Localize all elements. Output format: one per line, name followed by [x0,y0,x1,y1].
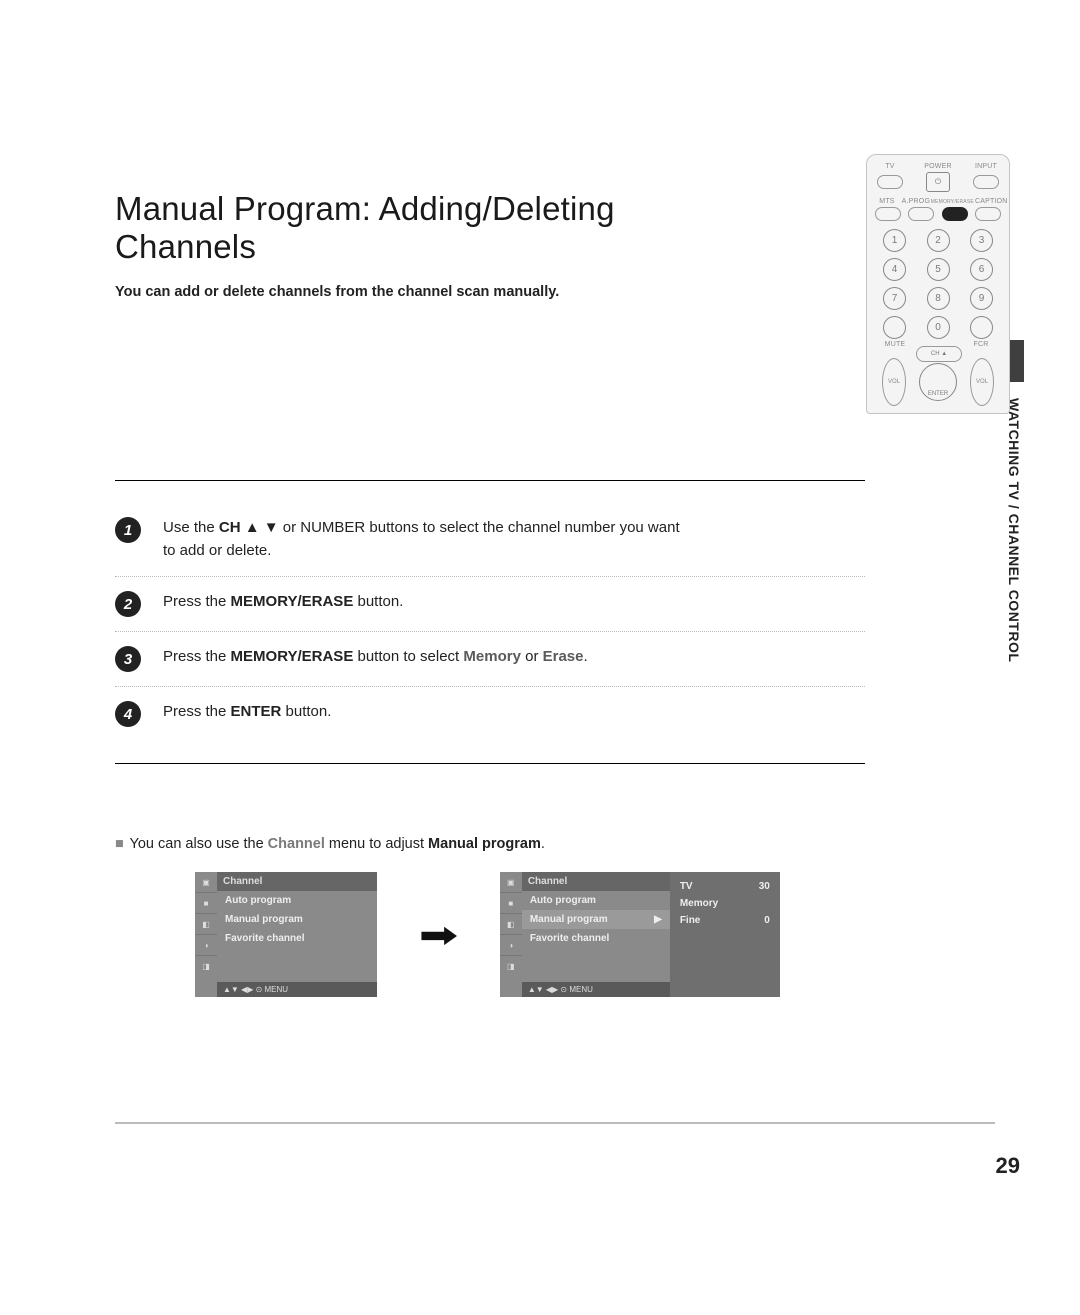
arrow-right-icon: ➡ [420,916,458,954]
memory-erase-button[interactable] [942,207,968,221]
detail-tv-value: 30 [759,881,770,892]
fcr-button[interactable] [970,316,993,339]
aprog-button[interactable] [908,207,934,221]
keypad-8[interactable]: 8 [927,287,950,310]
tv-button[interactable] [877,175,903,189]
menu-title: Channel [522,872,670,891]
step-bullet: 4 [115,701,141,727]
keypad-3[interactable]: 3 [970,229,993,252]
page-number: 29 [996,1153,1020,1179]
keypad-4[interactable]: 4 [883,258,906,281]
power-button[interactable]: ⏻ [926,172,950,192]
remote-control-illustration: TV POWER INPUT ⏻ MTS A.PROG MEMORY/ERASE… [866,154,1010,414]
keypad-5[interactable]: 5 [927,258,950,281]
step-bullet: 1 [115,517,141,543]
remote-label-input: INPUT [969,163,1003,170]
chevron-right-icon: ▶ [654,914,662,925]
menu-side-icon: ▣ [500,872,522,893]
step-1: 1 Use the CH ▲ ▼ or NUMBER buttons to se… [115,503,865,576]
remote-label-power: POWER [921,163,955,170]
menu-side-icon: ◧ [500,914,522,935]
enter-button[interactable]: ENTER [919,363,957,401]
keypad-1[interactable]: 1 [883,229,906,252]
menu-footer-hints: ▲▼ ◀▶ ⊙ MENU [217,982,377,997]
vol-up-button[interactable]: VOL [970,358,994,406]
menu-side-icon: ◨ [195,956,217,976]
ch-up-button[interactable]: CH ▲ [916,346,962,362]
remote-label-aprog: A.PROG [902,198,930,205]
step-2: 2 Press the MEMORY/ERASE button. [115,576,865,631]
side-section-label: WATCHING TV / CHANNEL CONTROL [1006,398,1022,662]
bottom-note: ■ You can also use the Channel menu to a… [115,836,875,852]
menu-item-manual-program[interactable]: Manual program [217,910,377,929]
keypad-0[interactable]: 0 [927,316,950,339]
remote-label-tv: TV [873,163,907,170]
vol-down-button[interactable]: VOL [882,358,906,406]
menu-side-icon: ◑ [500,935,522,956]
keypad-7[interactable]: 7 [883,287,906,310]
keypad-9[interactable]: 9 [970,287,993,310]
detail-tv-label: TV [680,881,693,892]
step-3: 3 Press the MEMORY/ERASE button to selec… [115,631,865,686]
menu-side-icon: ■ [195,893,217,914]
mts-button[interactable] [875,207,901,221]
step-bullet: 2 [115,591,141,617]
osd-menu-screenshot-2: ▣ ■ ◧ ◑ ◨ Channel Auto program Manual pr… [500,872,780,997]
note-bullet-icon: ■ [115,836,124,852]
detail-memory-label: Memory [680,898,718,909]
page-subtitle: You can add or delete channels from the … [115,284,675,300]
menu-item-manual-program-selected[interactable]: Manual program▶ [522,910,670,929]
keypad-6[interactable]: 6 [970,258,993,281]
menu-side-icon: ◨ [500,956,522,976]
menu-side-icon: ■ [500,893,522,914]
menu-side-icon: ◑ [195,935,217,956]
menu-item-auto-program[interactable]: Auto program [522,891,670,910]
step-bullet: 3 [115,646,141,672]
manual-program-detail-panel: TV 30 Memory Fine 0 [670,872,780,997]
menu-item-auto-program[interactable]: Auto program [217,891,377,910]
input-button[interactable] [973,175,999,189]
menu-footer-hints: ▲▼ ◀▶ ⊙ MENU [522,982,670,997]
mute-button[interactable] [883,316,906,339]
footer-rule [115,1122,995,1124]
steps-list: 1 Use the CH ▲ ▼ or NUMBER buttons to se… [115,480,865,764]
page-title: Manual Program: Adding/Deleting Channels [115,190,675,266]
caption-button[interactable] [975,207,1001,221]
remote-label-mute: MUTE [881,341,909,348]
osd-menu-screenshot-1: ▣ ■ ◧ ◑ ◨ Channel Auto program Manual pr… [195,872,377,997]
menu-item-favorite-channel[interactable]: Favorite channel [217,929,377,948]
detail-fine-label: Fine [680,915,701,926]
menu-side-icon: ◧ [195,914,217,935]
detail-fine-value: 0 [764,915,770,926]
menu-title: Channel [217,872,377,891]
menu-side-icon: ▣ [195,872,217,893]
remote-label-fcr: FCR [967,341,995,348]
power-icon: ⏻ [935,177,941,187]
keypad-2[interactable]: 2 [927,229,950,252]
step-4: 4 Press the ENTER button. [115,686,865,741]
menu-item-favorite-channel[interactable]: Favorite channel [522,929,670,948]
remote-label-mts: MTS [873,198,901,205]
remote-label-memory-erase: MEMORY/ERASE [930,199,974,205]
remote-label-caption: CAPTION [975,198,1003,205]
